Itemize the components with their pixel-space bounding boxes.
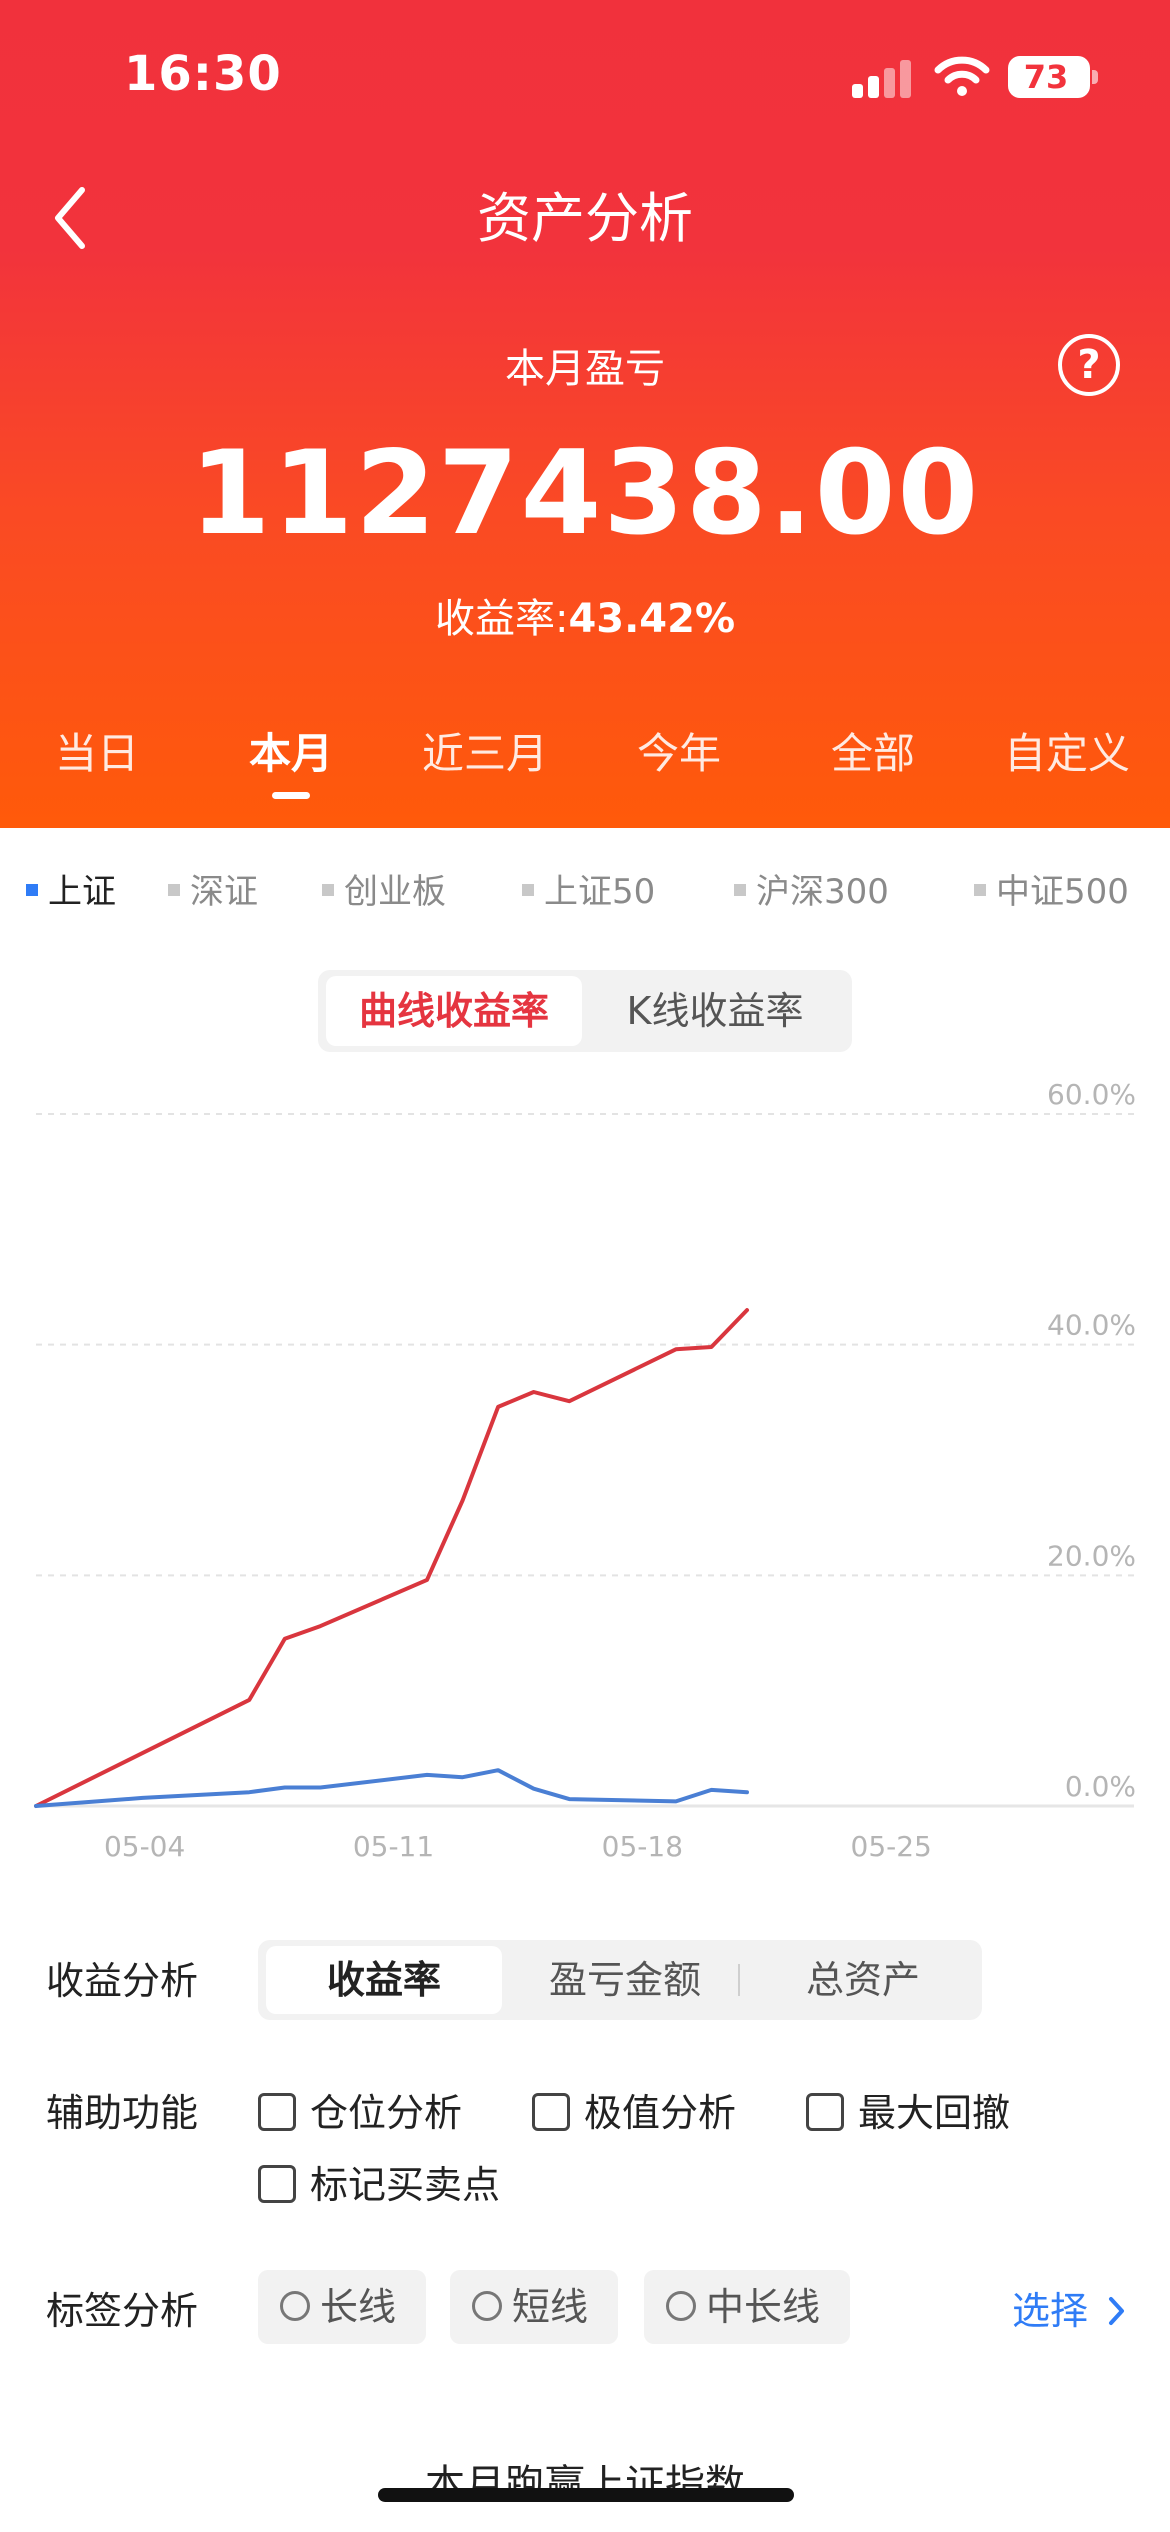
index-label: 沪深300 (756, 872, 889, 912)
portfolio-yield-line (34, 1308, 749, 1808)
yield-line-chart: 0.0% 20.0% 40.0% 60.0% 05-04 05-11 05-18 05-25 (34, 1078, 1136, 1860)
index-chinext[interactable]: 创业板 (322, 864, 446, 913)
y-tick-label: 60.0% (1047, 1078, 1136, 1111)
checkbox-label: 标记买卖点 (310, 2163, 501, 2207)
yield-value: 43.42% (568, 596, 736, 642)
index-selector: 上证 深证 创业板 上证50 沪深300 中证500 (0, 864, 1170, 914)
x-tick-label: 05-11 (353, 1830, 434, 1860)
period-tabs: 当日 本月 近三月 今年 全部 自定义 (0, 720, 1170, 800)
seg-yield-rate[interactable]: 收益率 (266, 1946, 502, 2014)
index-label: 中证500 (996, 872, 1129, 912)
checkbox-box (258, 2164, 296, 2203)
yield-rate: 收益率:43.42% (0, 586, 1170, 644)
kline-yield-button[interactable]: K线收益率 (586, 976, 844, 1046)
index-sse50[interactable]: 上证50 (522, 864, 655, 913)
profit-analysis-label: 收益分析 (46, 1959, 199, 2003)
radio-circle (472, 2290, 502, 2321)
index-label: 深证 (190, 872, 258, 912)
max-drawdown-checkbox[interactable]: 最大回撤 (806, 2082, 1010, 2137)
index-label: 上证 (48, 872, 116, 912)
index-dot (168, 883, 180, 896)
mark-trades-checkbox[interactable]: 标记买卖点 (258, 2154, 500, 2209)
extreme-analysis-checkbox[interactable]: 极值分析 (532, 2082, 736, 2137)
tag-analysis-label: 标签分析 (46, 2289, 199, 2333)
index-dot (974, 883, 986, 896)
tab-custom[interactable]: 自定义 (970, 720, 1164, 781)
wifi-icon (934, 56, 990, 96)
battery-icon: 73 (1008, 56, 1090, 98)
x-tick-label: 05-18 (602, 1830, 683, 1860)
page-title: 资产分析 (477, 187, 693, 250)
battery-level: 73 (1023, 58, 1069, 96)
tag-label: 长线 (320, 2285, 397, 2329)
tag-label: 中长线 (706, 2285, 821, 2329)
tab-today[interactable]: 当日 (0, 720, 194, 781)
index-label: 上证50 (544, 872, 656, 912)
checkbox-box (806, 2092, 844, 2131)
index-dot (734, 883, 746, 896)
seg-profit-amount[interactable]: 盈亏金额 (510, 1946, 740, 2014)
tab-this-month[interactable]: 本月 (194, 720, 388, 781)
chart-mode-toggle: 曲线收益率 K线收益率 (318, 970, 852, 1052)
tag-label: 短线 (512, 2285, 589, 2329)
tab-this-year[interactable]: 今年 (582, 720, 776, 781)
checkbox-label: 仓位分析 (310, 2091, 463, 2135)
seg-total-assets[interactable]: 总资产 (750, 1946, 976, 2014)
curve-yield-button[interactable]: 曲线收益率 (326, 976, 582, 1046)
x-tick-label: 05-25 (851, 1830, 932, 1860)
battery-tip (1092, 70, 1098, 84)
aux-functions-label: 辅助功能 (46, 2091, 199, 2135)
active-tab-indicator (272, 792, 310, 799)
index-dot (26, 883, 38, 896)
index-dot (322, 883, 334, 896)
checkbox-label: 最大回撤 (858, 2091, 1011, 2135)
tag-short-term[interactable]: 短线 (450, 2270, 618, 2344)
y-tick-label: 0.0% (1065, 1770, 1136, 1803)
index-shanghai[interactable]: 上证 (26, 864, 116, 913)
y-tick-label: 40.0% (1047, 1309, 1136, 1342)
checkbox-label: 极值分析 (584, 2091, 737, 2135)
tab-three-months[interactable]: 近三月 (388, 720, 582, 781)
index-shenzhen[interactable]: 深证 (168, 864, 258, 913)
select-tags-link[interactable]: 选择 (1012, 2280, 1128, 2335)
cellular-signal-icon (852, 58, 914, 98)
status-time: 16:30 (124, 46, 282, 102)
checkbox-box (532, 2092, 570, 2131)
yield-label: 收益率: (434, 596, 569, 642)
segment-divider (738, 1964, 740, 1996)
position-analysis-checkbox[interactable]: 仓位分析 (258, 2082, 462, 2137)
index-dot (522, 883, 534, 896)
tag-long-term[interactable]: 长线 (258, 2270, 426, 2344)
checkbox-box (258, 2092, 296, 2131)
header: 16:30 73 资产分析 本月盈亏 ? 1127438.00 收益率:43.4… (0, 0, 1170, 828)
y-tick-label: 20.0% (1047, 1539, 1136, 1572)
home-indicator[interactable] (378, 2488, 794, 2502)
radio-circle (280, 2290, 310, 2321)
index-csi300[interactable]: 沪深300 (734, 864, 889, 913)
radio-circle (666, 2290, 696, 2321)
profit-amount: 1127438.00 (189, 426, 981, 561)
chevron-right-icon (1109, 2296, 1125, 2325)
select-label: 选择 (1012, 2289, 1089, 2333)
index-yield-line (34, 1768, 749, 1808)
x-tick-label: 05-04 (104, 1830, 185, 1860)
index-label: 创业板 (344, 872, 446, 912)
tab-all[interactable]: 全部 (776, 720, 970, 781)
profit-analysis-segment: 收益率 盈亏金额 总资产 (258, 1940, 982, 2020)
tag-mid-long-term[interactable]: 中长线 (644, 2270, 850, 2344)
period-profit-label: 本月盈亏 (505, 346, 665, 392)
index-csi500[interactable]: 中证500 (974, 864, 1129, 913)
help-icon[interactable]: ? (1058, 334, 1120, 396)
